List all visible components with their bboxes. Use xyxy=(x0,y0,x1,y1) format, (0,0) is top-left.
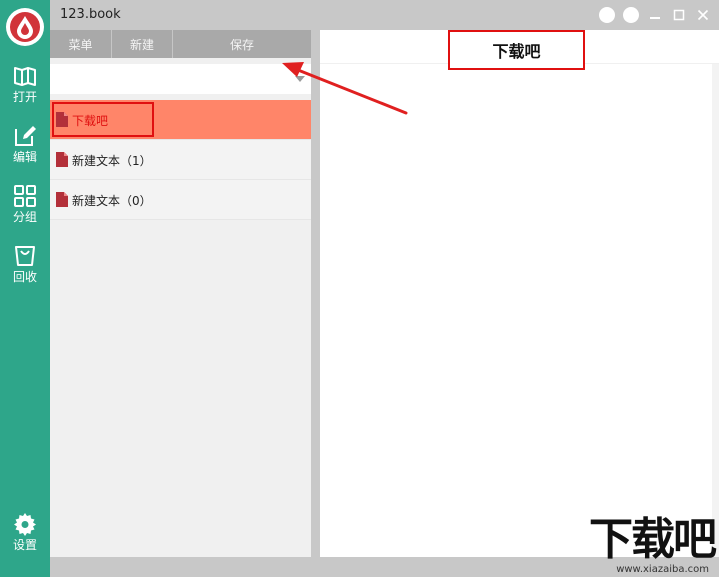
list-item[interactable]: 新建文本（1） xyxy=(50,140,311,180)
sidebar-item-open[interactable]: 打开 xyxy=(0,64,50,114)
toolbar: 菜单 新建 保存 xyxy=(50,30,311,58)
watermark-url: www.xiazaiba.com xyxy=(616,564,709,575)
app-logo xyxy=(6,8,44,46)
note-list: 下载吧 新建文本（1） 新建文本（0） xyxy=(50,100,311,220)
list-item-label: 新建文本（0） xyxy=(72,194,152,208)
recycle-bin-icon xyxy=(15,246,35,266)
edit-icon xyxy=(15,126,36,146)
gear-icon xyxy=(14,513,36,536)
info-icon: i xyxy=(623,7,639,23)
list-item[interactable]: 新建文本（0） xyxy=(50,180,311,220)
maximize-button[interactable] xyxy=(671,7,687,23)
sidebar-item-recycle[interactable]: 回收 xyxy=(0,244,50,294)
group-select[interactable] xyxy=(50,64,311,94)
menu-button[interactable]: 菜单 xyxy=(50,30,112,58)
save-button[interactable]: 保存 xyxy=(173,30,311,58)
sidebar-item-label: 回收 xyxy=(12,270,37,284)
document-title[interactable]: 下载吧 xyxy=(448,30,585,70)
sidebar-item-label: 编辑 xyxy=(12,150,37,164)
help-button[interactable]: ? xyxy=(599,7,615,23)
editor-body[interactable] xyxy=(320,70,712,557)
watermark-text: 下载吧 xyxy=(589,514,717,565)
sidebar-item-label: 分组 xyxy=(12,210,37,224)
sidebar-item-group[interactable]: 分组 xyxy=(0,184,50,234)
drop-icon xyxy=(17,16,33,39)
list-item-label: 新建文本（1） xyxy=(72,154,152,168)
window-title: 123.book xyxy=(60,7,121,22)
close-button[interactable] xyxy=(695,7,711,23)
editor-panel: 下载吧 xyxy=(320,30,719,557)
minimize-button[interactable] xyxy=(647,7,663,23)
maximize-icon xyxy=(673,9,685,21)
info-button[interactable]: i xyxy=(623,7,639,23)
annotation-highlight xyxy=(52,102,154,137)
watermark: 下载吧 www.xiazaiba.com xyxy=(580,514,717,576)
document-icon xyxy=(56,192,68,207)
title-bar: 123.book ? i xyxy=(50,0,719,30)
document-icon xyxy=(56,152,68,167)
minimize-icon xyxy=(650,17,660,19)
sidebar-item-label: 设置 xyxy=(12,538,37,552)
sidebar-item-settings[interactable]: 设置 xyxy=(0,512,50,562)
new-button[interactable]: 新建 xyxy=(112,30,173,58)
panel-splitter[interactable] xyxy=(311,30,320,557)
window-controls: ? i xyxy=(599,7,711,23)
sidebar-item-label: 打开 xyxy=(12,90,37,104)
note-list-panel: 菜单 新建 保存 下载吧 新建文本（1） 新建文本（0） xyxy=(50,30,311,557)
grid-icon xyxy=(14,185,36,207)
close-icon xyxy=(697,9,709,21)
help-icon: ? xyxy=(599,7,615,23)
chevron-down-icon xyxy=(295,76,305,82)
sidebar: 打开 编辑 分组 回收 设置 xyxy=(0,0,50,577)
list-item[interactable]: 下载吧 xyxy=(50,100,311,140)
scrollbar[interactable] xyxy=(712,64,719,557)
sidebar-item-edit[interactable]: 编辑 xyxy=(0,124,50,174)
book-open-icon xyxy=(14,67,36,86)
